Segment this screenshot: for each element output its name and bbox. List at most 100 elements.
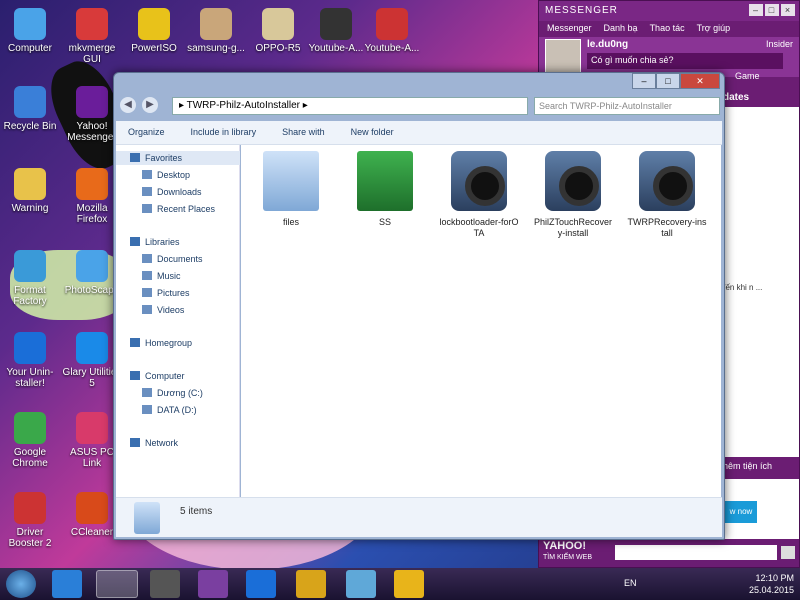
nav-item-icon [142,271,152,280]
nav-item[interactable]: DATA (D:) [116,403,240,417]
desktop-shortcut-label: Youtube-A... [308,43,364,54]
desktop-shortcut[interactable]: Computer [0,8,60,54]
folder-icon [14,168,46,200]
new-folder-button[interactable]: New folder [351,127,394,138]
file-item[interactable]: PhilZTouchRecovery-install [533,151,613,239]
app-icon[interactable] [150,570,180,598]
file-item[interactable]: SS [345,151,425,228]
maximize-icon[interactable]: □ [765,4,779,16]
nav-item[interactable]: Downloads [116,185,240,199]
nav-item[interactable]: Documents [116,252,240,266]
language-indicator[interactable]: EN [624,578,637,588]
nav-item[interactable]: Recent Places [116,202,240,216]
search-button[interactable] [781,546,795,559]
explorer-taskbar-button[interactable] [96,570,138,598]
nav-item[interactable]: Dương (C:) [116,386,240,400]
chrome-icon [14,412,46,444]
nav-item[interactable]: Desktop [116,168,240,182]
app-icon[interactable] [198,570,228,598]
nav-item[interactable]: Network [116,436,240,450]
desktop-shortcut[interactable]: OPPO-R5 [248,8,308,54]
desktop-shortcut[interactable]: Warning [0,168,60,214]
organize-button[interactable]: Organize [128,127,165,138]
folder-icon [134,502,160,534]
file-item[interactable]: TWRPRecovery-install [627,151,707,239]
include-library-button[interactable]: Include in library [191,127,257,138]
minimize-button[interactable]: – [632,73,656,89]
nav-item-icon [130,237,140,246]
chrome-icon[interactable] [296,570,326,598]
nav-item[interactable]: Favorites [116,151,240,165]
clock[interactable]: 12:10 PM 25.04.2015 [749,572,794,596]
video-icon [376,8,408,40]
close-button[interactable]: ✕ [680,73,720,89]
status-input[interactable]: Có gì muốn chia sẻ? [587,53,783,69]
nav-item-label: Network [145,438,179,448]
batch-file-icon [639,151,695,211]
insider-link[interactable]: Insider [766,39,793,49]
ie-icon[interactable] [52,570,82,598]
desktop-shortcut-label: Computer [8,43,52,54]
updates-tab[interactable]: dates [719,89,799,107]
uninstaller-icon [14,332,46,364]
desktop-shortcut[interactable]: samsung-g... [186,8,246,54]
computer-icon [14,8,46,40]
forward-button[interactable]: ▶ [142,97,158,113]
username[interactable]: le.du0ng [587,39,628,50]
desktop-shortcut[interactable]: Format Factory [0,250,60,307]
nav-item-icon [130,338,140,347]
maximize-button[interactable]: □ [656,73,680,89]
address-path: TWRP-Philz-AutoInstaller [186,100,300,111]
desktop-shortcut-label: Recycle Bin [3,121,57,132]
desktop-shortcut-label: Driver Booster 2 [8,527,52,549]
desktop-shortcut[interactable]: Your Unin-staller! [0,332,60,389]
back-button[interactable]: ◀ [120,97,136,113]
desktop-shortcut[interactable]: PowerISO [124,8,184,54]
folder-icon [200,8,232,40]
desktop-shortcut[interactable]: Youtube-A... [306,8,366,54]
desktop-shortcut[interactable]: Recycle Bin [0,86,60,132]
address-bar[interactable]: ▸ TWRP-Philz-AutoInstaller ▸ [172,97,528,115]
nav-item-icon [142,204,152,213]
extensions-link[interactable]: hêm tiện ích [723,461,772,471]
minimize-icon[interactable]: – [749,4,763,16]
desktop-shortcut-label: mkvmerge GUI [68,43,116,65]
nav-item-icon [142,187,152,196]
yahoo-search-input[interactable] [615,545,777,560]
game-tab[interactable]: Game [735,71,760,81]
share-with-button[interactable]: Share with [282,127,325,138]
desktop-shortcut[interactable]: Youtube-A... [362,8,422,54]
start-button[interactable] [6,570,36,598]
nav-item-label: Homegroup [145,338,193,348]
nav-item[interactable]: Computer [116,369,240,383]
nav-item-icon [142,288,152,297]
nav-item[interactable]: Libraries [116,235,240,249]
app-icon[interactable] [346,570,376,598]
menu-messenger[interactable]: Messenger [547,23,592,35]
nav-item[interactable]: Homegroup [116,336,240,350]
file-item[interactable]: files [251,151,331,228]
photoscape-icon [76,250,108,282]
desktop-shortcut[interactable]: Google Chrome [0,412,60,469]
avatar[interactable] [545,39,581,75]
menu-contacts[interactable]: Danh bạ [604,23,638,35]
desktop-shortcut[interactable]: Driver Booster 2 [0,492,60,549]
yahoo-search-logo: YAHOO! TÌM KIẾM WEB [543,541,592,563]
desktop-shortcut-label: PowerISO [131,43,177,54]
update-snippet: đến khi n ... [721,283,763,292]
close-icon[interactable]: × [781,4,795,16]
nav-item[interactable]: Music [116,269,240,283]
yahoo-messenger-icon[interactable] [394,570,424,598]
yahoo-messenger-icon [76,86,108,118]
format-factory-icon [14,250,46,282]
search-input[interactable]: Search TWRP-Philz-AutoInstaller [534,97,720,115]
teamviewer-icon[interactable] [246,570,276,598]
nav-item[interactable]: Pictures [116,286,240,300]
now-button[interactable]: w now [725,501,757,523]
menu-actions[interactable]: Thao tác [650,23,685,35]
desktop-shortcut[interactable]: mkvmerge GUI [62,8,122,65]
file-item[interactable]: lockbootloader-forOTA [439,151,519,239]
navigation-pane: Favorites Desktop Downloads Recent Places Li… [116,145,240,497]
nav-item[interactable]: Videos [116,303,240,317]
menu-help[interactable]: Trợ giúp [697,23,731,35]
